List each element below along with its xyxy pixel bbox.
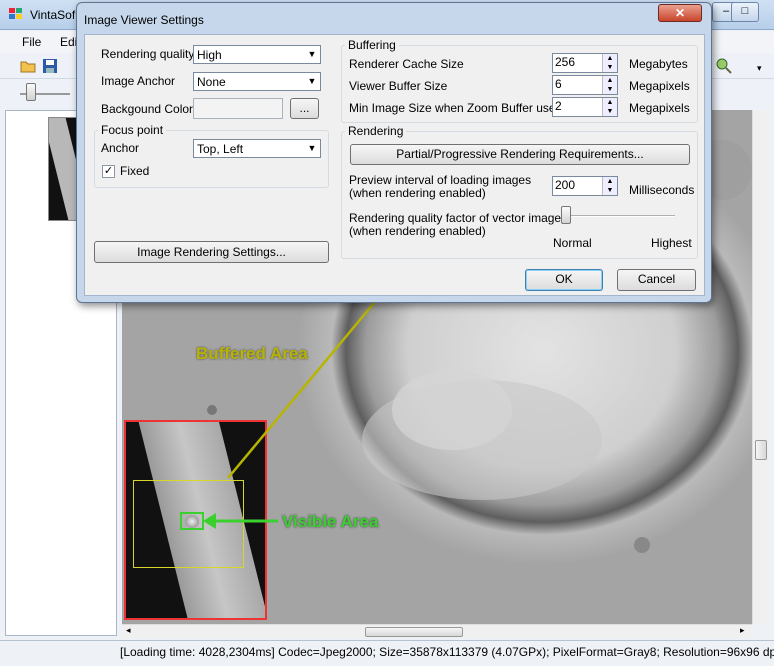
cancel-button[interactable]: Cancel — [617, 269, 696, 291]
visible-area-label: Visible Area — [282, 512, 379, 531]
background-color-label: Backgound Color — [101, 102, 194, 116]
vector-quality-max-label: Highest — [651, 236, 692, 250]
visible-arrowhead — [203, 513, 216, 529]
preview-interval-label-line1: Preview interval of loading images — [349, 173, 532, 187]
spinner-arrows-icon[interactable]: ▲ ▼ — [602, 177, 617, 195]
buffered-area-label: Buffered Area — [196, 344, 308, 363]
viewer-buffer-spinner[interactable]: ▲▼ — [552, 75, 618, 95]
preview-interval-spinner[interactable]: ▲▼ — [552, 176, 618, 196]
status-bar: [Loading time: 4028,2304ms] Codec=Jpeg20… — [0, 640, 774, 666]
vector-quality-label-line2: (when rendering enabled) — [349, 224, 486, 238]
spinner-arrows-icon[interactable]: ▲ ▼ — [602, 54, 617, 72]
anchor-select[interactable]: Top, Left ▼ — [193, 139, 321, 158]
checkmark-icon: ✓ — [103, 165, 114, 177]
vector-quality-min-label: Normal — [553, 236, 592, 250]
fixed-checkbox[interactable]: ✓ — [102, 165, 115, 178]
viewer-buffer-input[interactable] — [555, 77, 605, 91]
vector-quality-slider-track[interactable] — [561, 215, 675, 217]
background-color-browse-button[interactable]: ... — [290, 98, 319, 119]
image-anchor-value: None — [197, 75, 226, 89]
rendering-title: Rendering — [345, 124, 407, 138]
renderer-cache-label: Renderer Cache Size — [349, 57, 464, 71]
progressive-rendering-button[interactable]: Partial/Progressive Rendering Requiremen… — [350, 144, 690, 165]
chevron-down-icon: ▼ — [307, 49, 317, 59]
rendering-quality-label: Rendering quality — [101, 47, 195, 61]
buffering-title: Buffering — [345, 38, 399, 52]
spinner-arrows-icon[interactable]: ▲ ▼ — [602, 76, 617, 94]
viewer-buffer-unit: Megapixels — [629, 79, 690, 93]
min-image-size-input[interactable] — [555, 99, 605, 113]
image-rendering-settings-button[interactable]: Image Rendering Settings... — [94, 241, 329, 263]
status-text: [Loading time: 4028,2304ms] Codec=Jpeg20… — [120, 645, 774, 659]
min-image-size-label: Min Image Size when Zoom Buffer used — [349, 101, 563, 115]
dialog-title: Image Viewer Settings — [84, 13, 204, 27]
min-image-size-unit: Megapixels — [629, 101, 690, 115]
chevron-down-icon: ▼ — [307, 76, 317, 86]
preview-interval-unit: Milliseconds — [629, 183, 695, 197]
vector-quality-slider-thumb[interactable] — [561, 206, 571, 224]
fixed-label: Fixed — [120, 164, 150, 178]
viewer-buffer-label: Viewer Buffer Size — [349, 79, 448, 93]
rendering-quality-select[interactable]: High ▼ — [193, 45, 321, 64]
spinner-arrows-icon[interactable]: ▲ ▼ — [602, 98, 617, 116]
preview-interval-input[interactable] — [555, 178, 605, 192]
preview-interval-label-line2: (when rendering enabled) — [349, 186, 486, 200]
dialog-close-button[interactable]: ✕ — [658, 4, 702, 22]
image-viewer-settings-dialog: Image Viewer Settings ✕ Rendering qualit… — [76, 2, 712, 303]
renderer-cache-unit: Megabytes — [629, 57, 688, 71]
renderer-cache-spinner[interactable]: ▲▼ — [552, 53, 618, 73]
image-anchor-select[interactable]: None ▼ — [193, 72, 321, 91]
ok-button[interactable]: OK — [525, 269, 603, 291]
renderer-cache-input[interactable] — [555, 55, 605, 69]
chevron-down-icon: ▼ — [307, 143, 317, 153]
rendering-quality-value: High — [197, 48, 222, 62]
vector-quality-label-line1: Rendering quality factor of vector image… — [349, 211, 568, 225]
min-image-size-spinner[interactable]: ▲▼ — [552, 97, 618, 117]
background-color-field[interactable] — [193, 98, 283, 119]
dialog-body: Rendering quality High ▼ Image Anchor No… — [84, 34, 705, 296]
image-anchor-label: Image Anchor — [101, 74, 176, 88]
anchor-label: Anchor — [101, 141, 140, 155]
anchor-value: Top, Left — [197, 142, 244, 156]
focus-point-title: Focus point — [98, 123, 167, 137]
